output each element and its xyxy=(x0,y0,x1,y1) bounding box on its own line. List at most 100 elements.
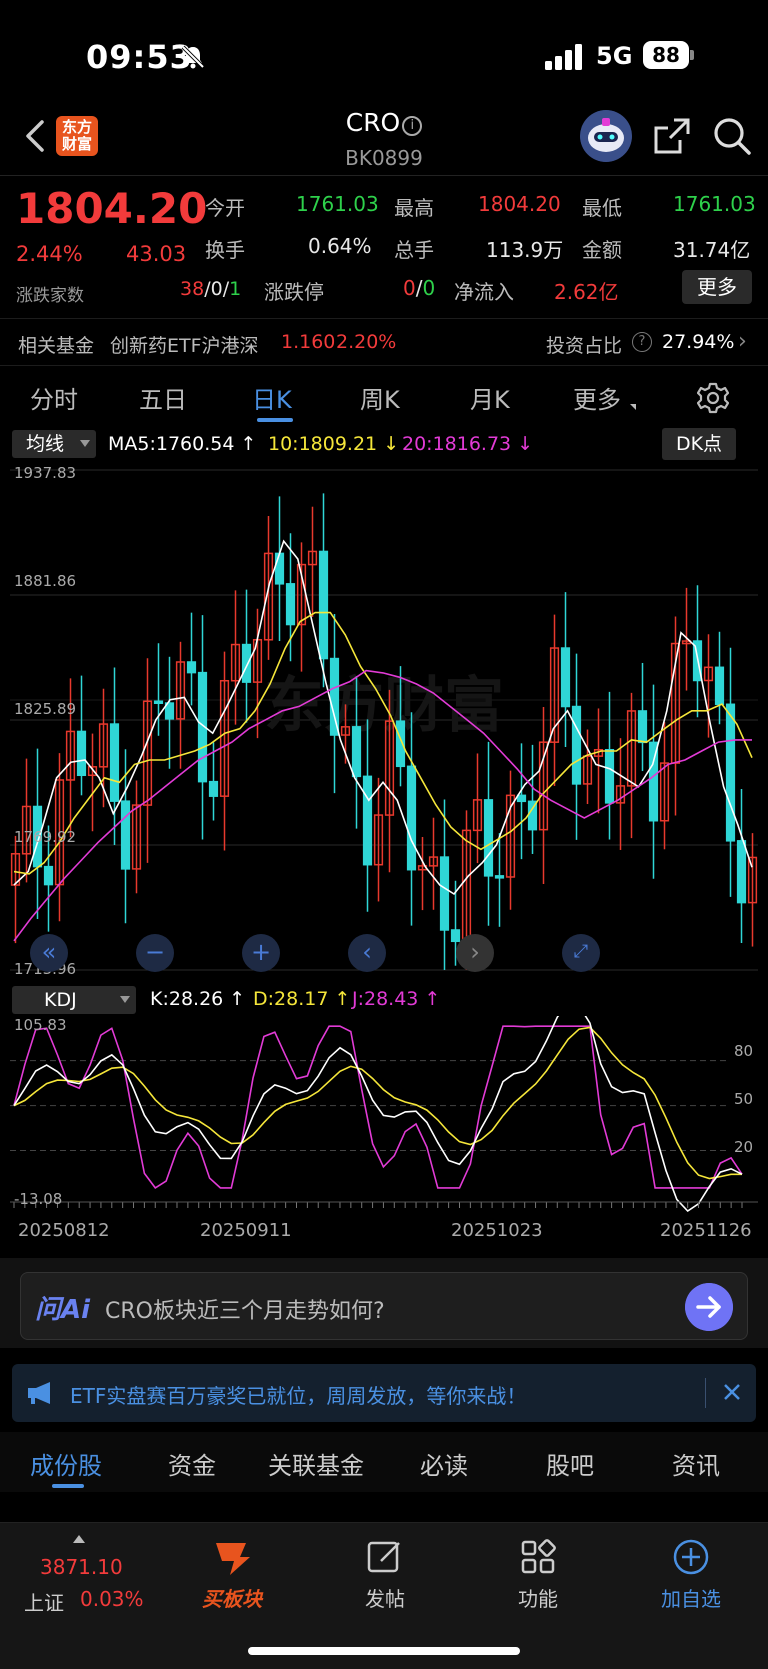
fund-label: 相关基金 xyxy=(18,335,95,357)
signal-icon xyxy=(545,44,582,70)
candle-body xyxy=(153,700,164,705)
candlestick-chart[interactable]: 东方财富 1937.83 1881.86 1825.89 1769.92 171… xyxy=(10,462,758,980)
candle-body xyxy=(483,799,494,877)
k-value: K:28.26 ↑ xyxy=(150,988,246,1010)
indicator-dropdown[interactable]: 均线 xyxy=(12,430,96,458)
post-label: 发帖 xyxy=(365,1587,405,1611)
fast-backward-button[interactable]: « xyxy=(30,934,68,972)
buy-sector-icon xyxy=(216,1543,250,1575)
tab-news[interactable]: 资讯 xyxy=(672,1446,720,1481)
caret-up-icon xyxy=(73,1535,85,1543)
turnover-label: 换手 xyxy=(205,238,245,262)
fullscreen-icon[interactable]: ⤢ xyxy=(562,934,600,972)
more-button[interactable]: 更多 xyxy=(682,270,752,304)
change-value: 43.03 xyxy=(126,242,187,266)
robot-avatar-icon[interactable] xyxy=(580,110,632,162)
tab-daily-k[interactable]: 日K xyxy=(252,380,292,415)
dropdown-label: KDJ xyxy=(44,989,77,1011)
step-back-button[interactable]: ‹ xyxy=(348,934,386,972)
tab-must-read[interactable]: 必读 xyxy=(420,1446,468,1481)
candle-body xyxy=(318,550,329,660)
functions-button[interactable]: 功能 xyxy=(488,1537,588,1612)
ai-prompt-text: CRO板块近三个月走势如何? xyxy=(105,1299,385,1324)
limit-label: 涨跌停 xyxy=(264,280,324,304)
candle-body xyxy=(571,705,582,785)
candlestick-svg: 东方财富 xyxy=(10,469,758,971)
close-icon[interactable] xyxy=(718,1378,746,1406)
fund-pct: 2.20% xyxy=(336,331,397,353)
dk-point-button[interactable]: DK点 xyxy=(662,428,736,460)
tab-more[interactable]: 更多 xyxy=(573,380,621,415)
tab-related-funds[interactable]: 关联基金 xyxy=(268,1446,364,1481)
kdj-right-tick: 80 xyxy=(734,1042,754,1060)
ma-legend-bar: 均线 MA5:1760.54 ↑ 10:1809.21 ↓ 20:1816.73… xyxy=(0,428,768,462)
y-tick-label: 1825.89 xyxy=(14,700,77,718)
zoom-out-button[interactable]: − xyxy=(136,934,174,972)
megaphone-icon xyxy=(28,1382,50,1404)
info-icon[interactable]: i xyxy=(402,116,423,136)
kdj-chart[interactable]: 105.83 -13.08 80 50 20 xyxy=(10,1016,758,1212)
share-icon[interactable] xyxy=(652,116,692,156)
candle-body xyxy=(76,730,87,777)
buy-sector-label: 买板块 xyxy=(202,1587,262,1611)
caret-down-icon xyxy=(80,440,90,447)
clock: 09:53 xyxy=(86,38,193,76)
amount-value: 31.74亿 xyxy=(673,238,751,262)
sub-indicator-dropdown[interactable]: KDJ xyxy=(12,986,136,1014)
flat-count: 0 xyxy=(210,278,223,300)
candle-body xyxy=(274,552,285,585)
ai-prompt-box[interactable]: 问Ai CRO板块近三个月走势如何? xyxy=(20,1272,748,1340)
tab-intraday[interactable]: 分时 xyxy=(30,380,78,415)
candle-body xyxy=(43,865,54,886)
date-label: 20250911 xyxy=(200,1220,292,1241)
banner-divider xyxy=(705,1378,706,1408)
candle-body xyxy=(637,710,648,744)
index-name: 上证 xyxy=(24,1591,64,1615)
kdj-legend-bar: KDJ K:28.26 ↑ D:28.17 ↑ J:28.43 ↑ xyxy=(0,984,768,1016)
network-label: 5G xyxy=(596,42,633,70)
ratio-value: 27.94% xyxy=(662,331,735,353)
related-fund-row[interactable]: 相关基金 创新药ETF沪港深 1.160 2.20% 投资占比 ? 27.94%… xyxy=(0,318,768,366)
zoom-in-button[interactable]: + xyxy=(242,934,280,972)
battery-tip xyxy=(690,50,694,60)
tab-constituents[interactable]: 成份股 xyxy=(30,1446,102,1481)
tab-weekly-k[interactable]: 周K xyxy=(360,380,400,415)
bottom-nav: 3871.10 上证 0.03% 买板块 发帖 功能 加自选 xyxy=(0,1522,768,1669)
candle-body xyxy=(560,647,571,708)
status-bar: 09:53 5G 88 xyxy=(0,0,768,110)
tab-forum[interactable]: 股吧 xyxy=(546,1446,594,1481)
candle-body xyxy=(351,726,362,778)
active-tab-underline xyxy=(257,418,293,422)
candle-body xyxy=(516,794,527,803)
kdj-right-tick: 20 xyxy=(734,1138,754,1156)
tab-five-day[interactable]: 五日 xyxy=(139,380,187,415)
tab-funds-flow[interactable]: 资金 xyxy=(168,1446,216,1481)
search-icon[interactable] xyxy=(712,116,752,156)
content-tabs: 成份股 资金 关联基金 必读 股吧 资讯 xyxy=(0,1432,768,1492)
y-tick-label: 1937.83 xyxy=(14,464,77,482)
nav-bar: 东方财富 CRO i BK0899 xyxy=(0,100,768,176)
y-tick-label: 1769.92 xyxy=(14,828,77,846)
candle-body xyxy=(736,840,747,904)
help-icon[interactable]: ? xyxy=(632,332,652,352)
step-forward-button[interactable]: › xyxy=(456,934,494,972)
buy-sector-button[interactable]: 买板块 xyxy=(182,1537,282,1612)
gear-icon[interactable] xyxy=(697,382,729,414)
post-button[interactable]: 发帖 xyxy=(335,1537,435,1612)
add-watchlist-button[interactable]: 加自选 xyxy=(641,1537,741,1612)
arrow-right-icon[interactable] xyxy=(685,1283,733,1331)
home-indicator xyxy=(248,1647,520,1655)
candle-body xyxy=(109,723,120,802)
d-value: D:28.17 ↑ xyxy=(253,988,351,1010)
chevron-right-icon: › xyxy=(738,329,747,354)
kdj-right-tick: 50 xyxy=(734,1090,754,1108)
more-corner-icon xyxy=(630,404,636,410)
index-pct: 0.03% xyxy=(80,1587,144,1611)
fund-name: 创新药ETF沪港深 xyxy=(110,335,259,357)
add-watchlist-label: 加自选 xyxy=(661,1587,721,1611)
promo-banner[interactable]: ETF实盘赛百万豪奖已就位，周周发放，等你来战！ xyxy=(12,1364,756,1422)
ma10-value: 10:1809.21 ↓ xyxy=(268,433,400,455)
tab-monthly-k[interactable]: 月K xyxy=(470,380,510,415)
candle-body xyxy=(285,583,296,626)
turnover-value: 0.64% xyxy=(308,234,372,258)
